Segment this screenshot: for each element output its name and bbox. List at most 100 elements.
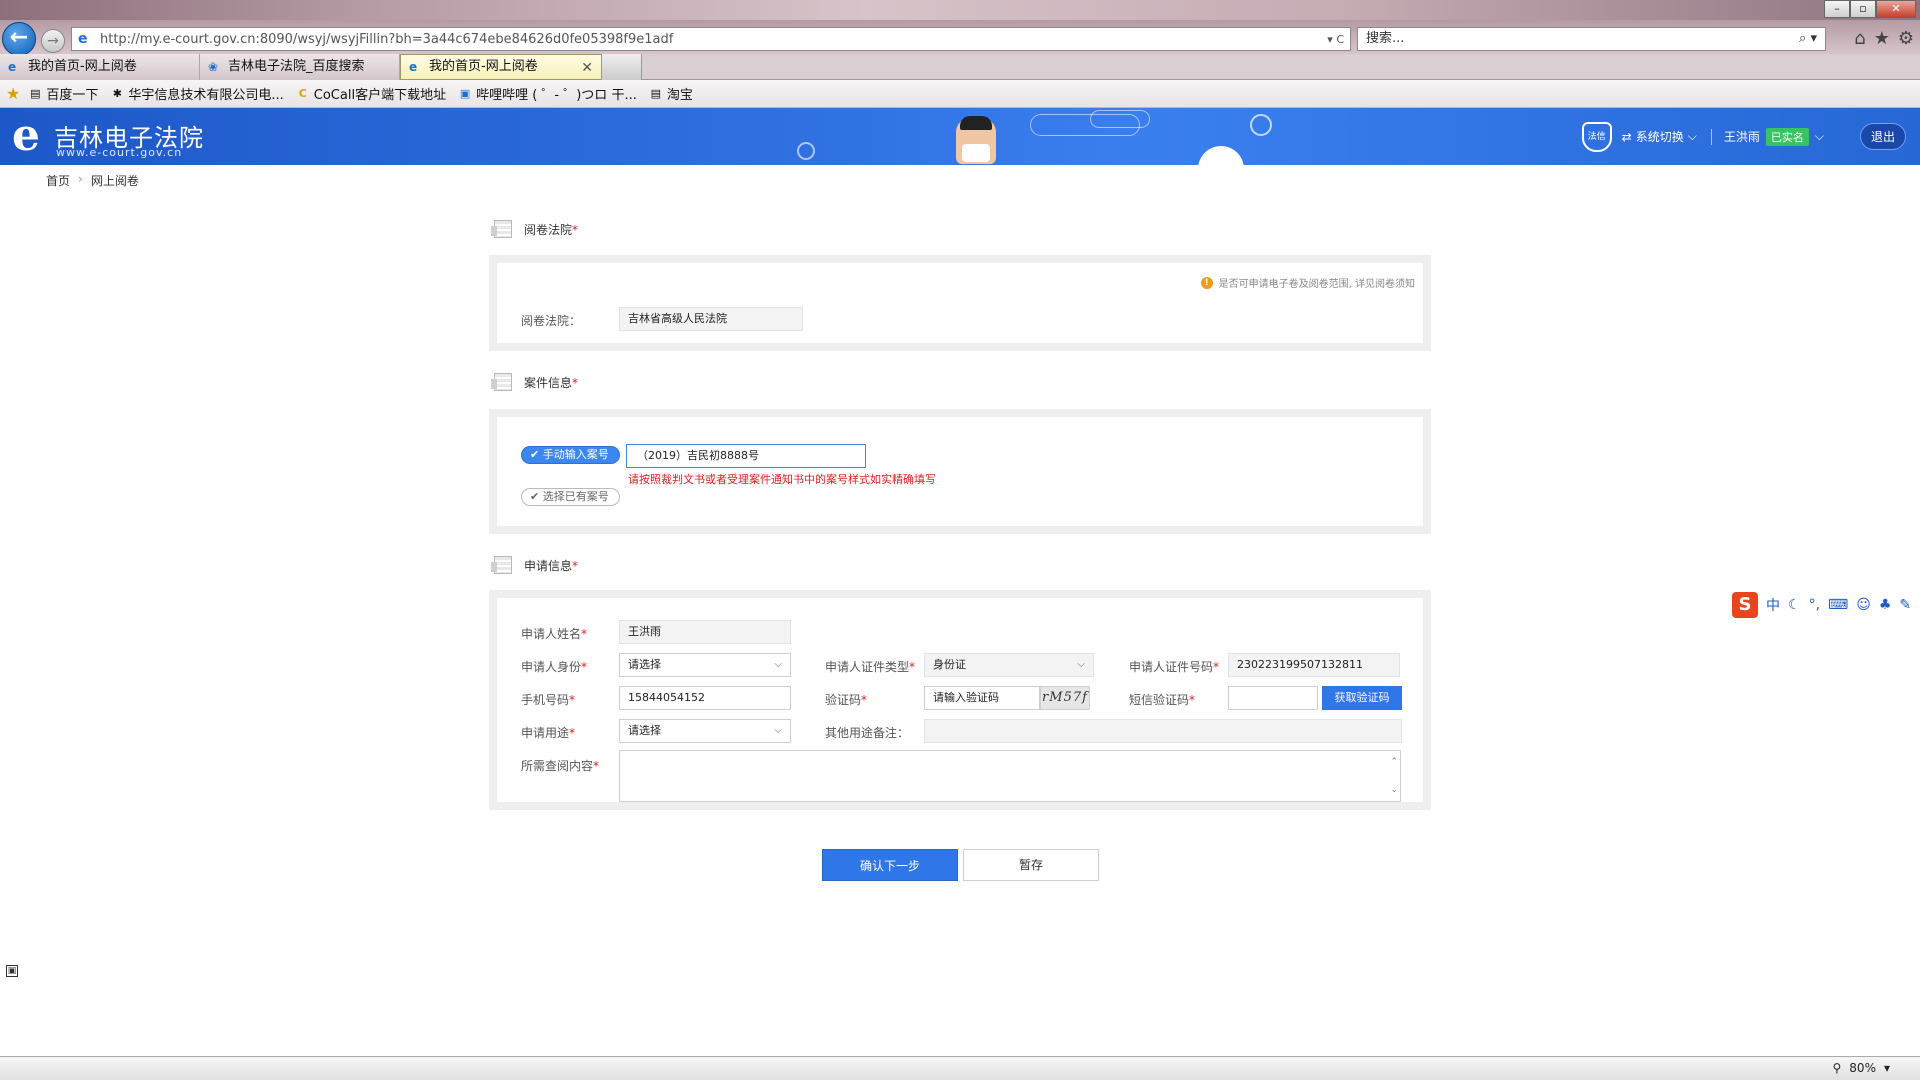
ime-mode[interactable]: 中: [1766, 595, 1780, 615]
punctuation-icon[interactable]: °,: [1809, 597, 1820, 613]
checkmark-icon: ✔: [530, 448, 543, 461]
content-textarea[interactable]: ⌃ ⌄: [619, 750, 1401, 802]
moon-icon[interactable]: ☾: [1788, 597, 1801, 613]
address-tools[interactable]: ▾ C: [1327, 33, 1344, 46]
wrench-icon[interactable]: ✎: [1899, 597, 1911, 613]
tv-icon: ▣: [459, 86, 471, 100]
forward-button[interactable]: →: [41, 29, 65, 53]
case-panel-body: ✔ 手动输入案号 （2019）吉民初8888号 请按照裁判文书或者受理案件通知书…: [497, 417, 1423, 526]
favorites-bar: ★ ▤ 百度一下 ✱ 华宇信息技术有限公司电... C CoCall客户端下载地址 ▣…: [0, 80, 1920, 108]
tab-label: 我的首页-网上阅卷: [429, 59, 538, 74]
mascot-decoration: [956, 116, 996, 164]
address-url[interactable]: http://my.e-court.gov.cn:8090/wsyj/wsyjF…: [100, 32, 1327, 47]
e-court-logo-icon[interactable]: e: [12, 114, 52, 160]
fav-label: 华宇信息技术有限公司电...: [128, 88, 284, 103]
court-hint[interactable]: ! 是否可申请电子卷及阅卷范围, 详见阅卷须知: [1200, 275, 1415, 290]
phone-input[interactable]: 15844054152: [619, 686, 791, 710]
identity-select[interactable]: 请选择 ⌵: [619, 653, 791, 677]
close-window-button[interactable]: ✕: [1876, 0, 1916, 18]
site-header: e 吉林电子法院 www.e-court.gov.cn 法信 ⇄ 系统切换 ⌵ …: [0, 108, 1920, 165]
section-title-text: 案件信息: [524, 375, 573, 390]
search-icon[interactable]: ⌕ ▾: [1799, 28, 1817, 50]
textarea-scrollbar[interactable]: ⌃ ⌄: [1390, 755, 1398, 797]
fav-baidu[interactable]: ▤ 百度一下: [28, 84, 99, 104]
system-switch-menu[interactable]: ⇄ 系统切换 ⌵: [1622, 128, 1697, 145]
tab-label: 吉林电子法院_百度搜索: [228, 59, 365, 74]
favorites-add-icon[interactable]: ★: [6, 84, 20, 103]
fav-taobao[interactable]: ▤ 淘宝: [649, 84, 693, 104]
confirm-next-button[interactable]: 确认下一步: [822, 849, 958, 881]
browser-search-input[interactable]: 搜索... ⌕ ▾: [1357, 27, 1826, 51]
tab-home-active[interactable]: e 我的首页-网上阅卷 ✕: [400, 54, 602, 80]
fav-bilibili[interactable]: ▣ 哔哩哔哩 ( ゜- ゜)つロ 干...: [458, 84, 637, 104]
sogou-logo-icon[interactable]: S: [1732, 592, 1758, 618]
page-marker-icon[interactable]: ▣: [6, 965, 18, 977]
id-number-field: 230223199507132811: [1228, 653, 1400, 677]
case-number-error: 请按照裁判文书或者受理案件通知书中的案号样式如实精确填写: [628, 473, 936, 486]
close-tab-icon[interactable]: ✕: [581, 55, 593, 81]
chevron-down-icon: ⌵: [1077, 659, 1085, 670]
ime-toolbar: S 中 ☾ °, ⌨ ☺ ♣ ✎: [1732, 592, 1918, 618]
home-icon[interactable]: ⌂: [1854, 28, 1865, 49]
document-icon: [491, 556, 512, 574]
chevron-down-icon: ⌵: [1814, 129, 1824, 143]
maximize-button[interactable]: ▫: [1850, 0, 1876, 18]
zoom-control[interactable]: ⚲ 80% ▾: [1833, 1061, 1891, 1075]
warning-icon: !: [1200, 276, 1213, 289]
case-number-input[interactable]: （2019）吉民初8888号: [626, 444, 866, 468]
fav-cocall[interactable]: C CoCall客户端下载地址: [296, 84, 447, 104]
checkmark-icon: ✔: [530, 490, 543, 503]
minimize-button[interactable]: –: [1824, 0, 1850, 18]
sms-code-label: 短信验证码*: [1129, 693, 1196, 707]
purpose-select[interactable]: 请选择 ⌵: [619, 719, 791, 743]
document-icon: [491, 373, 512, 391]
gear-icon[interactable]: ⚙: [1898, 28, 1914, 49]
fav-label: 淘宝: [666, 88, 693, 103]
captcha-input[interactable]: 请输入验证码: [924, 686, 1040, 710]
user-menu[interactable]: 王洪雨 已实名 ⌵: [1724, 127, 1824, 146]
fav-label: CoCall客户端下载地址: [313, 88, 447, 103]
manual-case-label: 手动输入案号: [542, 448, 609, 461]
logout-button[interactable]: 退出: [1859, 123, 1906, 150]
shield-icon[interactable]: 法信: [1581, 121, 1612, 152]
tab-home-1[interactable]: e 我的首页-网上阅卷: [0, 54, 200, 80]
fav-label: 哔哩哔哩 ( ゜- ゜)つロ 干...: [476, 88, 637, 103]
browser-toolbar-icons: ⌂ ★ ⚙: [1854, 28, 1914, 49]
chevron-down-icon: ⌵: [1687, 129, 1697, 143]
identity-select-value: 请选择: [628, 658, 661, 671]
new-tab-button[interactable]: [602, 54, 642, 80]
section-title-text: 申请信息: [524, 558, 573, 573]
breadcrumb-home[interactable]: 首页: [46, 172, 70, 189]
shirt-icon[interactable]: ♣: [1879, 597, 1892, 613]
switch-icon: ⇄: [1621, 129, 1632, 144]
captcha-image[interactable]: rM57f: [1040, 686, 1090, 710]
applicant-panel: 申请人姓名* 王洪雨 申请人身份* 请选择 ⌵ 申请人证件类型* 身份证 ⌵ 申…: [489, 590, 1431, 810]
browser-tabbar: e 我的首页-网上阅卷 ❀ 吉林电子法院_百度搜索 e 我的首页-网上阅卷 ✕: [0, 54, 1920, 80]
address-bar[interactable]: e http://my.e-court.gov.cn:8090/wsyj/wsy…: [71, 27, 1351, 51]
sms-code-input[interactable]: [1228, 686, 1318, 710]
id-type-select-value: 身份证: [933, 658, 966, 671]
favorites-star-icon[interactable]: ★: [1874, 28, 1890, 49]
get-sms-code-button[interactable]: 获取验证码: [1322, 686, 1402, 710]
tab-baidu[interactable]: ❀ 吉林电子法院_百度搜索: [200, 54, 400, 80]
ie-page-icon: e: [78, 31, 88, 47]
applicant-name-field: 王洪雨: [619, 620, 791, 644]
back-button[interactable]: ←: [2, 22, 36, 56]
sun-decoration: [797, 142, 815, 160]
name-label: 申请人姓名*: [521, 627, 588, 641]
court-label: 阅卷法院：: [521, 314, 582, 328]
save-draft-button[interactable]: 暂存: [963, 849, 1099, 881]
manual-case-radio[interactable]: ✔ 手动输入案号: [521, 446, 620, 464]
id-type-select[interactable]: 身份证 ⌵: [924, 653, 1094, 677]
fav-label: 百度一下: [46, 88, 99, 103]
fav-huayu[interactable]: ✱ 华宇信息技术有限公司电...: [110, 84, 284, 104]
id-number-label: 申请人证件号码*: [1129, 660, 1220, 674]
identity-label: 申请人身份*: [521, 660, 588, 674]
zoom-level: 80%: [1849, 1061, 1876, 1075]
window-controls: – ▫ ✕: [1824, 0, 1916, 18]
keyboard-icon[interactable]: ⌨: [1828, 597, 1848, 613]
select-case-radio[interactable]: ✔ 选择已有案号: [521, 488, 620, 506]
ie-tab-icon: e: [8, 60, 17, 74]
user-icon[interactable]: ☺: [1856, 597, 1871, 613]
site-logo-url: www.e-court.gov.cn: [56, 146, 183, 159]
